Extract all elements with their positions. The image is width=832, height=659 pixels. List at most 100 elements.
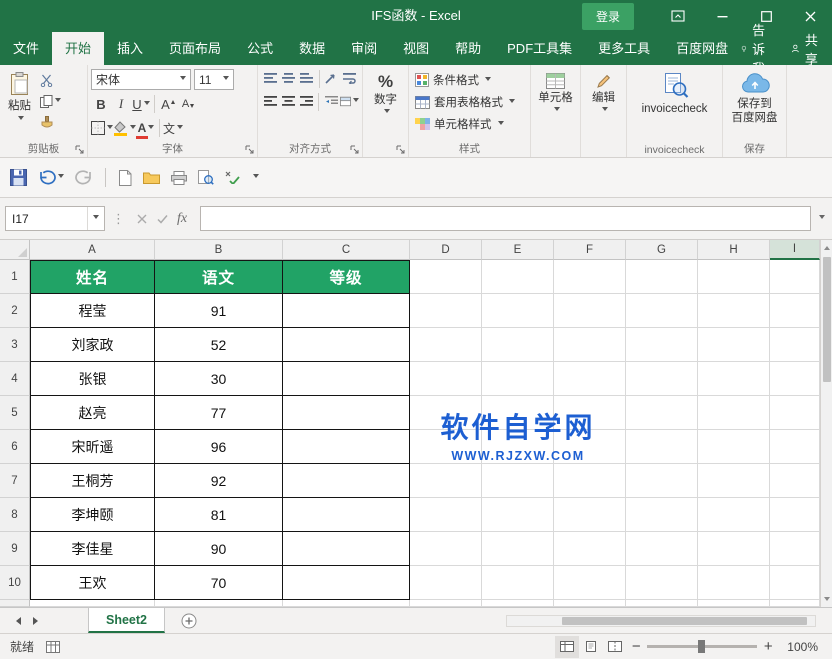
align-left-button[interactable] <box>261 92 279 111</box>
cell-G8[interactable] <box>626 498 698 532</box>
column-header-D[interactable]: D <box>410 240 482 260</box>
cell-A11-partial[interactable] <box>30 600 155 607</box>
italic-button[interactable]: I <box>111 94 131 114</box>
cell-A8[interactable]: 李坤颐 <box>30 498 155 532</box>
tab-开始[interactable]: 开始 <box>52 32 104 65</box>
cell-B8[interactable]: 81 <box>155 498 283 532</box>
cell-C2[interactable] <box>283 294 410 328</box>
sheet-nav-right[interactable] <box>33 617 42 625</box>
cell-D6[interactable] <box>410 430 482 464</box>
cell-E11-partial[interactable] <box>482 600 554 607</box>
cell-H9[interactable] <box>698 532 770 566</box>
cell-E4[interactable] <box>482 362 554 396</box>
cell-B7[interactable]: 92 <box>155 464 283 498</box>
formula-input[interactable] <box>200 206 811 231</box>
cell-C6[interactable] <box>283 430 410 464</box>
cell-H1[interactable] <box>698 260 770 294</box>
align-bottom-button[interactable] <box>297 69 315 88</box>
cell-G2[interactable] <box>626 294 698 328</box>
cancel-entry-button[interactable] <box>132 214 152 224</box>
qat-customize-button[interactable] <box>249 172 261 183</box>
normal-view-button[interactable] <box>555 636 579 658</box>
zoom-slider[interactable] <box>647 645 757 648</box>
cell-G11-partial[interactable] <box>626 600 698 607</box>
row-header-7[interactable]: 7 <box>0 464 30 498</box>
number-dialog-launcher[interactable] <box>396 145 405 154</box>
format-as-table-button[interactable]: 套用表格格式 <box>412 92 527 112</box>
cell-I6[interactable] <box>770 430 820 464</box>
cell-D10[interactable] <box>410 566 482 600</box>
horizontal-scrollbar[interactable] <box>506 615 816 627</box>
page-break-view-button[interactable] <box>603 636 627 658</box>
undo-button[interactable] <box>36 168 66 187</box>
cell-B2[interactable]: 91 <box>155 294 283 328</box>
column-header-G[interactable]: G <box>626 240 698 260</box>
tab-百度网盘[interactable]: 百度网盘 <box>663 32 741 65</box>
formula-bar-expand-button[interactable] <box>819 215 825 222</box>
cells-button[interactable]: 单元格 <box>534 69 577 140</box>
name-box[interactable]: I17 <box>5 206 105 231</box>
cell-D3[interactable] <box>410 328 482 362</box>
cell-F11-partial[interactable] <box>554 600 626 607</box>
cell-C11-partial[interactable] <box>283 600 410 607</box>
cell-B1[interactable]: 语文 <box>155 260 283 294</box>
zoom-in-button[interactable]: + <box>759 638 777 655</box>
cell-D11-partial[interactable] <box>410 600 482 607</box>
cell-A3[interactable]: 刘家政 <box>30 328 155 362</box>
page-layout-view-button[interactable] <box>579 636 603 658</box>
column-header-B[interactable]: B <box>155 240 283 260</box>
cell-A1[interactable]: 姓名 <box>30 260 155 294</box>
merge-center-button[interactable] <box>340 92 359 111</box>
tab-帮助[interactable]: 帮助 <box>442 32 494 65</box>
wrap-text-button[interactable] <box>341 69 359 88</box>
cell-C1[interactable]: 等级 <box>283 260 410 294</box>
align-right-button[interactable] <box>297 92 315 111</box>
cell-E7[interactable] <box>482 464 554 498</box>
cell-E1[interactable] <box>482 260 554 294</box>
cell-E10[interactable] <box>482 566 554 600</box>
horizontal-scroll-thumb[interactable] <box>562 617 807 625</box>
decrease-font-button[interactable]: A <box>178 94 198 114</box>
cell-F5[interactable] <box>554 396 626 430</box>
row-header-8[interactable]: 8 <box>0 498 30 532</box>
paste-button[interactable]: 粘贴 <box>3 69 36 140</box>
font-name-select[interactable]: 宋体 <box>91 69 191 90</box>
cell-B11-partial[interactable] <box>155 600 283 607</box>
vertical-scroll-thumb[interactable] <box>823 257 831 382</box>
cell-G4[interactable] <box>626 362 698 396</box>
cell-B5[interactable]: 77 <box>155 396 283 430</box>
print-preview-button[interactable] <box>196 168 216 187</box>
cell-H3[interactable] <box>698 328 770 362</box>
orientation-button[interactable] <box>323 69 341 88</box>
zoom-out-button[interactable]: − <box>627 638 645 655</box>
add-sheet-button[interactable] <box>181 613 197 629</box>
cell-H4[interactable] <box>698 362 770 396</box>
cell-F4[interactable] <box>554 362 626 396</box>
underline-button[interactable]: U <box>131 94 151 114</box>
cell-E9[interactable] <box>482 532 554 566</box>
cell-A6[interactable]: 宋昕遥 <box>30 430 155 464</box>
clipboard-dialog-launcher[interactable] <box>75 145 84 154</box>
share-button[interactable]: 共享 <box>791 30 822 68</box>
column-header-I[interactable]: I <box>770 240 820 260</box>
open-folder-button[interactable] <box>141 169 162 186</box>
column-header-H[interactable]: H <box>698 240 770 260</box>
scroll-up-arrow[interactable] <box>821 240 832 255</box>
cell-B4[interactable]: 30 <box>155 362 283 396</box>
save-button[interactable] <box>8 167 29 188</box>
cell-C3[interactable] <box>283 328 410 362</box>
cell-F7[interactable] <box>554 464 626 498</box>
increase-font-button[interactable]: A <box>158 94 178 114</box>
format-painter-button[interactable] <box>40 116 61 129</box>
editing-button[interactable]: 编辑 <box>584 69 623 140</box>
cell-G10[interactable] <box>626 566 698 600</box>
new-document-button[interactable] <box>116 168 134 188</box>
row-header-9[interactable]: 9 <box>0 532 30 566</box>
conditional-formatting-button[interactable]: 条件格式 <box>412 70 527 90</box>
cell-G5[interactable] <box>626 396 698 430</box>
copy-button[interactable] <box>40 95 61 108</box>
cell-E6[interactable] <box>482 430 554 464</box>
cell-A4[interactable]: 张银 <box>30 362 155 396</box>
cell-D5[interactable] <box>410 396 482 430</box>
row-header-1[interactable]: 1 <box>0 260 30 294</box>
